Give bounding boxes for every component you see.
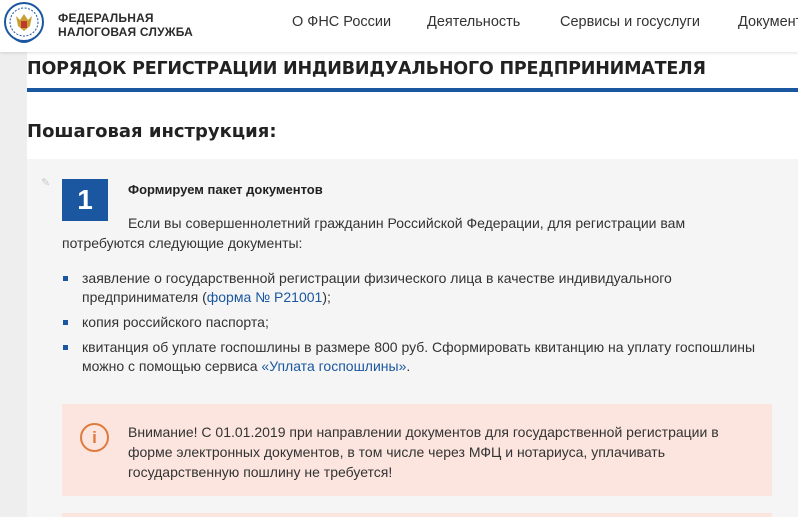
bullet-icon — [63, 320, 68, 325]
next-notice-edge — [62, 513, 772, 517]
list-item-text: заявление о государственной регистрации … — [82, 270, 672, 305]
page-title: ПОРЯДОК РЕГИСТРАЦИИ ИНДИВИДУАЛЬНОГО ПРЕД… — [27, 59, 706, 79]
logo-line-2: НАЛОГОВАЯ СЛУЖБА — [58, 25, 194, 39]
notice-text: Внимание! С 01.01.2019 при направлении д… — [128, 424, 719, 480]
list-item-text-end: ); — [322, 289, 331, 305]
step-intro-text: Если вы совершеннолетний гражданин Росси… — [62, 215, 686, 251]
fns-emblem-logo[interactable] — [4, 2, 44, 46]
logo-line-1: ФЕДЕРАЛЬНАЯ — [58, 11, 154, 25]
nav-item-services[interactable]: Сервисы и госуслуги — [560, 14, 700, 30]
info-icon: i — [80, 423, 109, 452]
logo-text[interactable]: ФЕДЕРАЛЬНАЯ НАЛОГОВАЯ СЛУЖБА — [58, 11, 193, 39]
pencil-icon: ✎ — [41, 177, 51, 189]
list-item-text: копия российского паспорта; — [82, 314, 269, 330]
bullet-icon — [63, 276, 68, 281]
list-item: заявление о государственной регистрации … — [62, 269, 762, 307]
list-item: квитанция об уплате госпошлины в размере… — [62, 338, 762, 376]
nav-item-activity[interactable]: Деятельность — [427, 14, 520, 30]
list-item: копия российского паспорта; — [62, 313, 762, 332]
step-title: Формируем пакет документов — [128, 182, 323, 197]
title-divider — [27, 88, 798, 92]
bullet-icon — [63, 345, 68, 350]
step-card: ✎ 1 Формируем пакет документов Если вы с… — [27, 159, 798, 517]
section-subtitle: Пошаговая инструкция: — [27, 121, 277, 142]
documents-list: заявление о государственной регистрации … — [62, 269, 762, 376]
list-item-text: квитанция об уплате госпошлины в размере… — [82, 339, 756, 374]
main-content: ПОРЯДОК РЕГИСТРАЦИИ ИНДИВИДУАЛЬНОГО ПРЕД… — [27, 52, 798, 517]
list-item-text-end: . — [406, 358, 411, 374]
site-header: ФЕДЕРАЛЬНАЯ НАЛОГОВАЯ СЛУЖБА О ФНС Росси… — [0, 0, 798, 52]
state-fee-service-link[interactable]: «Уплата госпошлины» — [261, 358, 406, 374]
nav-item-documents[interactable]: Документ — [738, 14, 798, 30]
nav-item-about[interactable]: О ФНС России — [292, 14, 391, 30]
form-p21001-link[interactable]: форма № Р21001 — [207, 289, 323, 305]
attention-notice: i Внимание! С 01.01.2019 при направлении… — [62, 404, 772, 496]
